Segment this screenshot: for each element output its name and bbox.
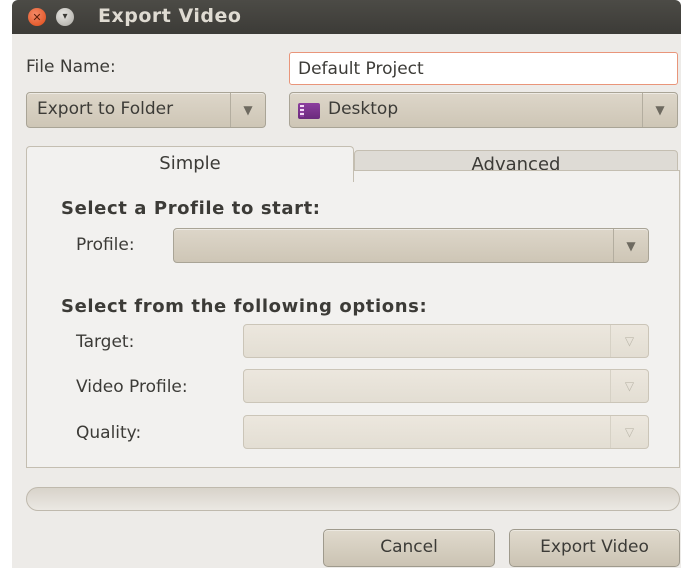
close-icon[interactable]: ✕: [28, 8, 46, 26]
window-menu-icon[interactable]: ▾: [56, 8, 74, 26]
profile-section-heading: Select a Profile to start:: [61, 198, 321, 219]
export-mode-value: Export to Folder: [37, 99, 174, 119]
export-mode-dropdown[interactable]: Export to Folder ▼: [26, 92, 266, 128]
tab-simple[interactable]: Simple: [26, 146, 354, 182]
chevron-down-icon: ▽: [610, 370, 648, 402]
profile-label: Profile:: [76, 235, 135, 255]
target-label: Target:: [76, 332, 135, 352]
export-video-button[interactable]: Export Video: [509, 529, 680, 567]
target-dropdown[interactable]: ▽: [243, 324, 649, 358]
options-section-heading: Select from the following options:: [61, 296, 428, 317]
folder-value: Desktop: [328, 99, 399, 119]
video-profile-label: Video Profile:: [76, 377, 188, 397]
export-progress-bar: [26, 487, 680, 511]
cancel-button[interactable]: Cancel: [323, 529, 495, 567]
quality-dropdown[interactable]: ▽: [243, 415, 649, 449]
title-bar: ✕ ▾ Export Video: [12, 0, 681, 34]
chevron-down-icon: ▽: [610, 325, 648, 357]
file-name-input[interactable]: [289, 52, 678, 85]
chevron-down-icon: ▽: [610, 416, 648, 448]
chevron-down-icon: ▼: [230, 93, 265, 127]
folder-icon: [298, 103, 320, 119]
chevron-down-icon: ▼: [613, 229, 648, 262]
quality-label: Quality:: [76, 423, 142, 443]
folder-chooser-dropdown[interactable]: Desktop ▼: [289, 92, 678, 128]
video-profile-dropdown[interactable]: ▽: [243, 369, 649, 403]
chevron-down-icon: ▼: [642, 93, 677, 127]
profile-dropdown[interactable]: ▼: [173, 228, 649, 263]
file-name-label: File Name:: [26, 57, 116, 77]
window-title: Export Video: [98, 5, 242, 27]
